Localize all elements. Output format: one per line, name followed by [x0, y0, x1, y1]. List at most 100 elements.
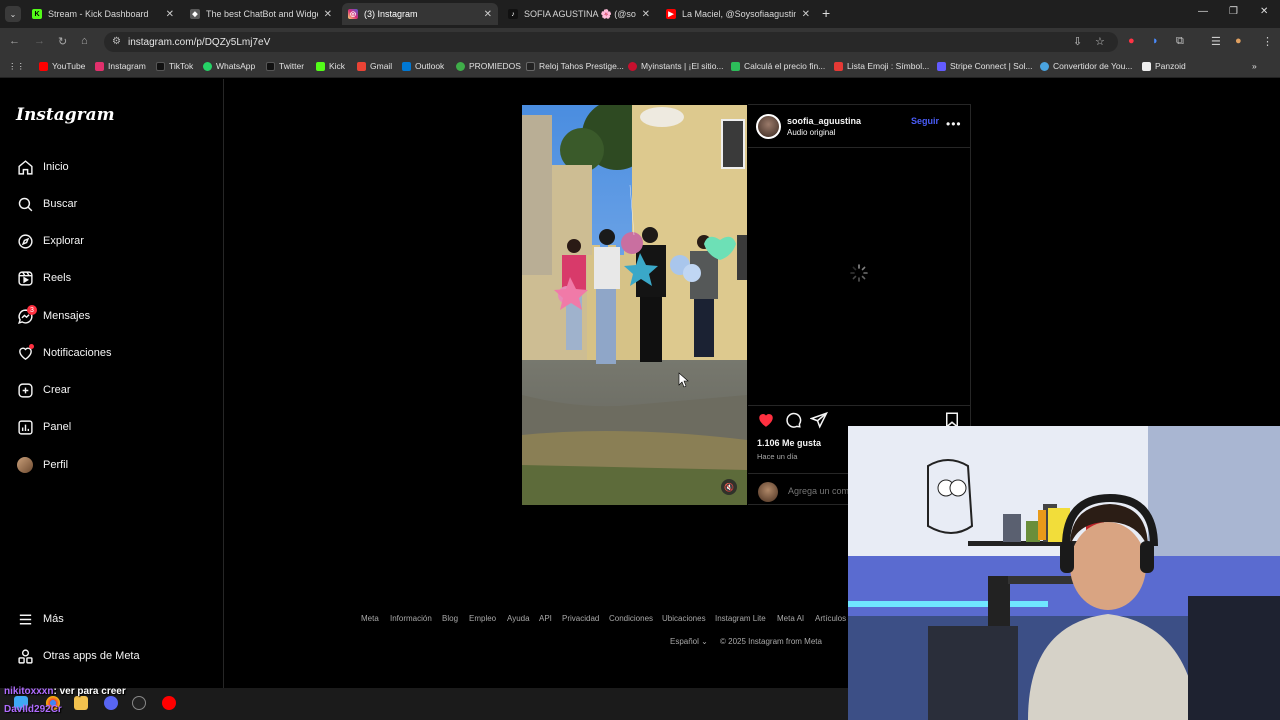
apps-grid-icon[interactable]: ⋮⋮	[8, 61, 25, 72]
close-icon[interactable]: ✕	[802, 9, 810, 20]
language-select[interactable]: Español ⌄	[670, 637, 708, 646]
nav-perfil[interactable]: Perfil	[16, 453, 68, 477]
back-button[interactable]: ←	[9, 35, 20, 47]
comment-icon[interactable]	[784, 411, 802, 429]
browser-menu-icon[interactable]: ⋮	[1262, 35, 1273, 48]
close-icon[interactable]: ✕	[166, 9, 174, 20]
site-info-icon[interactable]: ⚙	[112, 36, 121, 47]
bookmark-label: Gmail	[370, 61, 393, 71]
bookmark-calcula[interactable]: Calculá el precio fin...	[731, 61, 825, 71]
nav-reels[interactable]: Reels	[16, 266, 71, 290]
profile-avatar-icon[interactable]: ●	[1235, 35, 1242, 47]
footer-link[interactable]: Ubicaciones	[662, 614, 706, 623]
nav-buscar[interactable]: Buscar	[16, 192, 77, 216]
nav-mensajes[interactable]: 3 Mensajes	[16, 304, 90, 328]
bookmark-myinstants[interactable]: Myinstants | ¡El sitio...	[628, 61, 724, 71]
nav-label: Mensajes	[43, 310, 91, 322]
nav-mas[interactable]: Más	[16, 607, 64, 631]
extension-audio-icon[interactable]: ◗	[1152, 35, 1159, 47]
bookmark-stripe[interactable]: Stripe Connect | Sol...	[937, 61, 1033, 71]
bookmark-emoji[interactable]: Lista Emoji : Símbol...	[834, 61, 929, 71]
footer-link[interactable]: Instagram Lite	[715, 614, 766, 623]
copyright: © 2025 Instagram from Meta	[720, 637, 822, 646]
footer-link[interactable]: Meta AI	[777, 614, 804, 623]
bookmark-convertidor[interactable]: Convertidor de You...	[1040, 61, 1132, 71]
stream-chat-message: nikitoxxxn: ver para creer	[4, 686, 126, 697]
instagram-logo[interactable]: Instagram	[16, 105, 115, 125]
bookmark-outlook[interactable]: Outlook	[402, 61, 444, 71]
bookmark-twitter[interactable]: Twitter	[266, 61, 304, 71]
extension-red-icon[interactable]: ●	[1128, 35, 1135, 47]
forward-button[interactable]: →	[34, 35, 45, 47]
more-options-icon[interactable]: •••	[946, 117, 962, 131]
footer-link[interactable]: Información	[390, 614, 432, 623]
reading-list-icon[interactable]: ☰	[1211, 35, 1221, 48]
bookmark-youtube[interactable]: YouTube	[39, 61, 85, 71]
browser-tab-bar: ⌄ K Stream - Kick Dashboard ✕ ◆ The best…	[0, 0, 1280, 28]
share-icon[interactable]	[810, 411, 828, 429]
tab-kick-dashboard[interactable]: K Stream - Kick Dashboard ✕	[26, 3, 180, 25]
minimize-button[interactable]: —	[1198, 6, 1208, 17]
reload-button[interactable]: ↻	[58, 35, 67, 48]
nav-inicio[interactable]: Inicio	[16, 155, 69, 179]
youtube-taskbar-icon[interactable]	[162, 696, 176, 710]
new-tab-button[interactable]: +	[822, 5, 830, 21]
nav-explorar[interactable]: Explorar	[16, 229, 84, 253]
bookmark-kick[interactable]: Kick	[316, 61, 345, 71]
bookmark-promiedos[interactable]: PROMIEDOS	[456, 61, 521, 71]
obs-taskbar-icon[interactable]	[132, 696, 146, 710]
restore-button[interactable]: ❐	[1229, 6, 1238, 17]
post-timestamp[interactable]: Hace un día	[757, 452, 797, 461]
author-username[interactable]: soofia_aguustina	[787, 116, 861, 126]
close-icon[interactable]: ✕	[484, 9, 492, 20]
more-bookmarks-icon[interactable]: »	[1252, 61, 1257, 71]
close-icon[interactable]: ✕	[324, 9, 332, 20]
close-icon[interactable]: ✕	[642, 9, 650, 20]
footer-link[interactable]: Ayuda	[507, 614, 530, 623]
footer-link[interactable]: Privacidad	[562, 614, 599, 623]
heart-icon	[16, 344, 34, 362]
bookmark-whatsapp[interactable]: WhatsApp	[203, 61, 255, 71]
footer-link[interactable]: API	[539, 614, 552, 623]
post-video[interactable]: 🔇	[522, 105, 747, 505]
bookmark-panzoid[interactable]: Panzoid	[1142, 61, 1186, 71]
nav-otras-apps[interactable]: Otras apps de Meta	[16, 644, 140, 668]
bookmark-label: Panzoid	[1155, 61, 1186, 71]
install-app-icon[interactable]: ⇩	[1073, 35, 1082, 48]
tab-instagram[interactable]: ◎ (3) Instagram ✕	[342, 3, 498, 25]
tab-youtube[interactable]: ▶ La Maciel, @Soysofiaagustina - ✕	[660, 3, 816, 25]
home-button[interactable]: ⌂	[81, 35, 88, 47]
mute-icon[interactable]: 🔇	[721, 479, 737, 495]
footer-link[interactable]: Meta	[361, 614, 379, 623]
audio-label[interactable]: Audio original	[787, 128, 835, 137]
profile-avatar	[16, 456, 34, 474]
footer-link[interactable]: Blog	[442, 614, 458, 623]
bookmark-star-icon[interactable]: ☆	[1095, 35, 1105, 48]
folder-taskbar-icon[interactable]	[74, 696, 88, 710]
extensions-icon[interactable]: ⧉	[1176, 35, 1184, 48]
stream-chat-username: Davlld292Cr	[4, 704, 62, 715]
nav-panel[interactable]: Panel	[16, 415, 71, 439]
footer-link[interactable]: Empleo	[469, 614, 496, 623]
bookmark-reloj[interactable]: Reloj Tahos Prestige...	[526, 61, 624, 71]
discord-taskbar-icon[interactable]	[104, 696, 118, 710]
likes-count[interactable]: 1.106 Me gusta	[757, 438, 821, 448]
footer-link[interactable]: Condiciones	[609, 614, 653, 623]
tab-chatbot[interactable]: ◆ The best ChatBot and Widgets ✕	[184, 3, 338, 25]
home-icon	[16, 158, 34, 176]
bookmark-label: TikTok	[169, 61, 194, 71]
bookmark-tiktok[interactable]: TikTok	[156, 61, 193, 71]
bookmark-label: Kick	[329, 61, 346, 71]
tab-search-button[interactable]: ⌄	[5, 6, 21, 22]
bookmark-instagram[interactable]: Instagram	[95, 61, 146, 71]
nav-notificaciones[interactable]: Notificaciones	[16, 341, 111, 365]
follow-button[interactable]: Seguir	[911, 116, 939, 126]
nav-crear[interactable]: Crear	[16, 378, 71, 402]
close-window-button[interactable]: ✕	[1260, 6, 1268, 17]
footer-link[interactable]: Artículos	[815, 614, 846, 623]
tab-tiktok[interactable]: ♪ SOFIA AGUSTINA 🌸 (@sofiaag ✕	[502, 3, 656, 25]
bookmark-gmail[interactable]: Gmail	[357, 61, 392, 71]
author-avatar[interactable]	[756, 114, 781, 139]
like-heart-icon[interactable]	[757, 411, 775, 429]
address-bar[interactable]: ⚙ instagram.com/p/DQZy5Lmj7eV	[104, 32, 1118, 52]
